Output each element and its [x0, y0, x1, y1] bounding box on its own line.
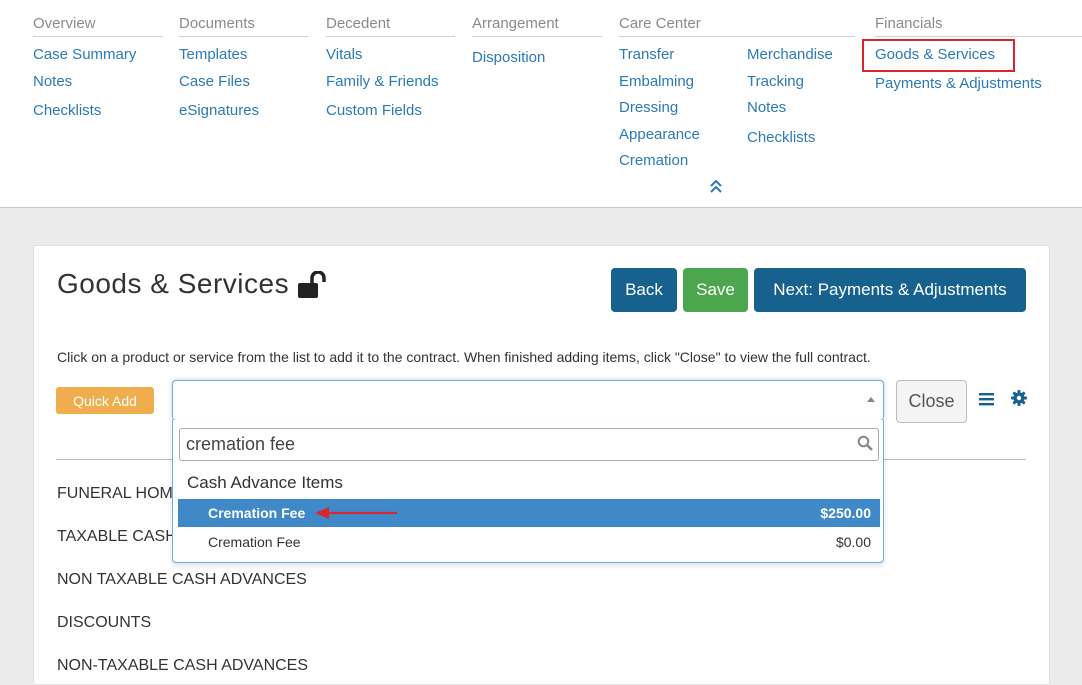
- nav-link-case-files[interactable]: Case Files: [179, 73, 250, 90]
- collapse-chevron-up-icon[interactable]: [709, 178, 723, 194]
- nav-heading-overview: Overview: [33, 15, 96, 32]
- nav-link-tracking[interactable]: Tracking: [747, 73, 804, 90]
- page-title: Goods & Services: [57, 268, 290, 299]
- nav-divider: [179, 36, 308, 37]
- nav-link-transfer[interactable]: Transfer: [619, 46, 674, 63]
- select-caret-up-icon: [867, 397, 875, 402]
- save-button[interactable]: Save: [683, 268, 748, 312]
- nav-link-case-summary[interactable]: Case Summary: [33, 46, 136, 63]
- nav-link-disposition[interactable]: Disposition: [472, 49, 545, 66]
- search-icon: [857, 435, 873, 451]
- section-non-taxable-cash-advances[interactable]: NON TAXABLE CASH ADVANCES: [57, 571, 307, 589]
- product-dropdown: Cash Advance Items Cremation Fee $250.00…: [172, 420, 884, 563]
- nav-heading-decedent: Decedent: [326, 15, 391, 32]
- nav-divider: [472, 36, 602, 37]
- nav-divider: [33, 36, 163, 37]
- dropdown-search-input[interactable]: [179, 428, 879, 461]
- nav-link-appearance[interactable]: Appearance: [619, 126, 700, 143]
- next-payments-adjustments-button[interactable]: Next: Payments & Adjustments: [754, 268, 1026, 312]
- nav-link-care-notes[interactable]: Notes: [747, 99, 786, 116]
- nav-link-dressing[interactable]: Dressing: [619, 99, 678, 116]
- section-taxable-cash[interactable]: TAXABLE CASH: [57, 528, 177, 546]
- nav-link-notes[interactable]: Notes: [33, 73, 72, 90]
- option-price: $250.00: [820, 505, 871, 521]
- product-select[interactable]: [172, 380, 884, 421]
- option-name: Cremation Fee: [208, 534, 301, 550]
- nav-heading-care-center: Care Center: [619, 15, 701, 32]
- annotation-arrow-icon: [315, 507, 397, 519]
- nav-link-checklists[interactable]: Checklists: [33, 102, 101, 119]
- section-non-taxable-cash-advances-2[interactable]: NON-TAXABLE CASH ADVANCES: [57, 657, 308, 675]
- instructions-text: Click on a product or service from the l…: [57, 349, 871, 365]
- dropdown-option-cremation-fee-250[interactable]: Cremation Fee $250.00: [178, 499, 880, 527]
- section-discounts[interactable]: DISCOUNTS: [57, 614, 151, 632]
- nav-link-care-checklists[interactable]: Checklists: [747, 129, 815, 146]
- nav-link-cremation[interactable]: Cremation: [619, 152, 688, 169]
- nav-link-custom-fields[interactable]: Custom Fields: [326, 102, 422, 119]
- nav-heading-documents: Documents: [179, 15, 255, 32]
- dropdown-group-label: Cash Advance Items: [187, 473, 343, 492]
- active-nav-highlight-box: [862, 39, 1015, 72]
- nav-divider: [326, 36, 455, 37]
- back-button[interactable]: Back: [611, 268, 677, 312]
- nav-divider: [875, 36, 1082, 37]
- option-price: $0.00: [835, 534, 871, 550]
- unlock-icon[interactable]: [297, 271, 329, 299]
- top-navigation: Overview Case Summary Notes Checklists D…: [0, 0, 1082, 208]
- nav-divider: [619, 36, 855, 37]
- nav-link-esignatures[interactable]: eSignatures: [179, 102, 259, 119]
- nav-link-vitals[interactable]: Vitals: [326, 46, 362, 63]
- section-funeral-home[interactable]: FUNERAL HOM: [57, 485, 173, 503]
- close-button[interactable]: Close: [896, 380, 967, 423]
- quick-add-button[interactable]: Quick Add: [56, 387, 154, 414]
- nav-link-merchandise[interactable]: Merchandise: [747, 46, 833, 63]
- nav-heading-financials: Financials: [875, 15, 943, 32]
- nav-link-templates[interactable]: Templates: [179, 46, 247, 63]
- nav-link-payments-adjustments[interactable]: Payments & Adjustments: [875, 75, 1042, 92]
- option-name: Cremation Fee: [208, 505, 306, 521]
- nav-heading-arrangement: Arrangement: [472, 15, 559, 32]
- nav-link-embalming[interactable]: Embalming: [619, 73, 694, 90]
- dropdown-option-cremation-fee-0[interactable]: Cremation Fee $0.00: [178, 528, 880, 556]
- gear-icon[interactable]: [1011, 390, 1027, 406]
- list-menu-icon[interactable]: [979, 392, 994, 406]
- nav-link-family-friends[interactable]: Family & Friends: [326, 73, 439, 90]
